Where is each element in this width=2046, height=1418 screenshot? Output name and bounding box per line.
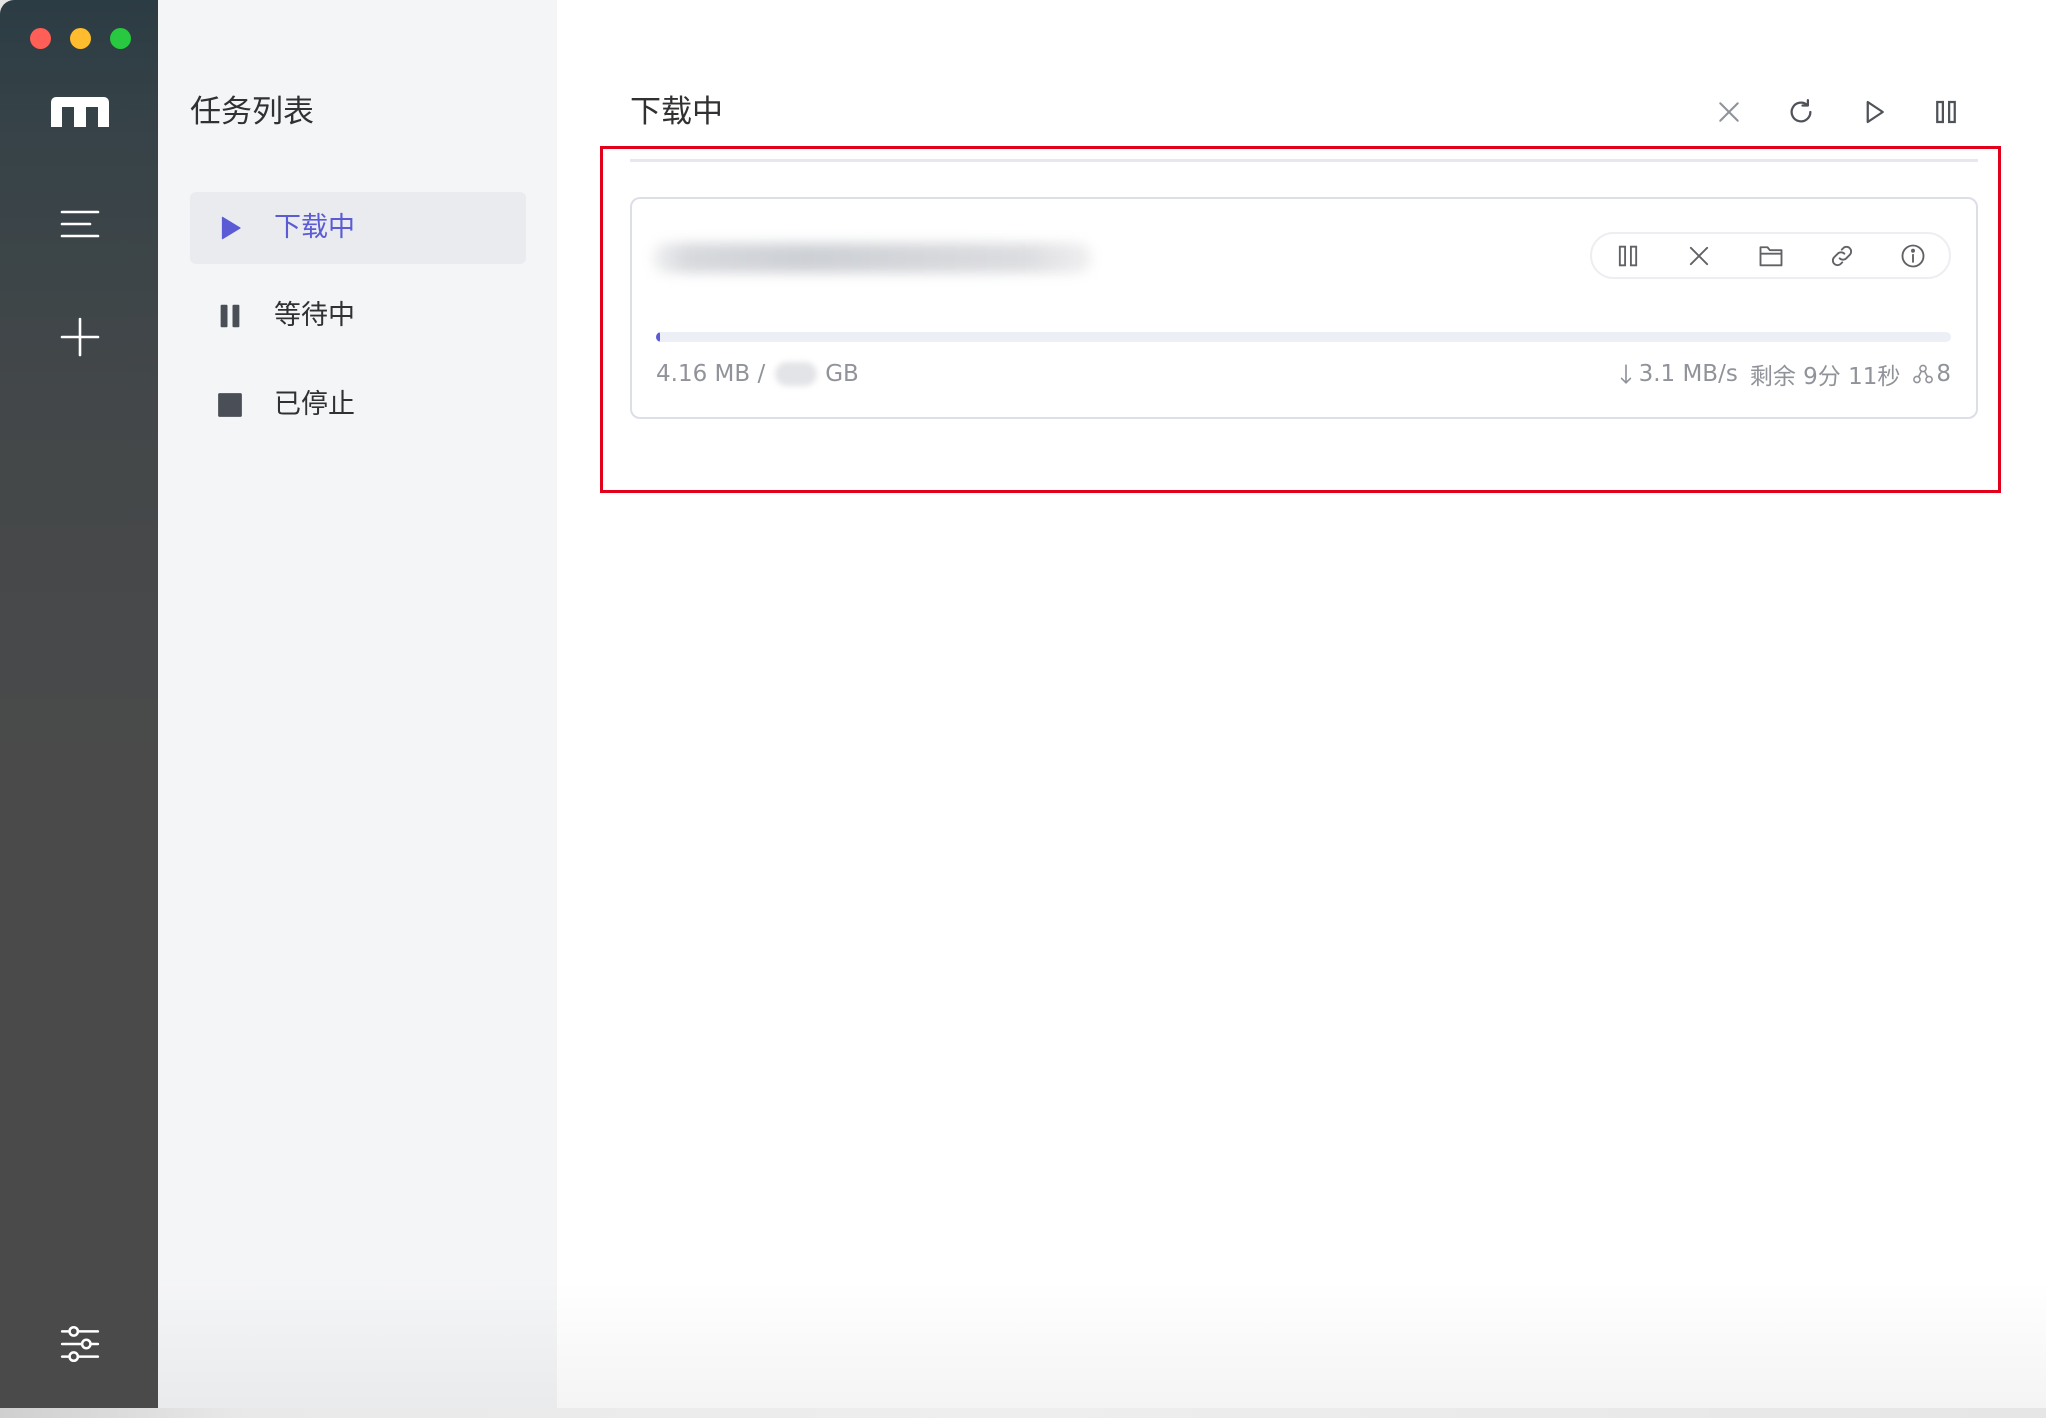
- traffic-light-close[interactable]: [30, 28, 51, 49]
- task-actions: [1590, 232, 1951, 279]
- total-size-unit: GB: [825, 361, 859, 387]
- sidebar-item-label: 等待中: [274, 300, 355, 331]
- task-progress-bar: [656, 332, 1951, 342]
- close-icon[interactable]: [1714, 97, 1744, 127]
- refresh-icon[interactable]: [1786, 97, 1816, 127]
- app-window: 任务列表 下载中 等待中 已停止 下载中 4.16 MB / GB 3.1 MB…: [0, 0, 2046, 1408]
- connection-count: 8: [1936, 361, 1951, 387]
- app-rail: [0, 0, 158, 1408]
- plus-icon[interactable]: [60, 317, 100, 357]
- sidebar-item-stopped[interactable]: 已停止: [190, 369, 526, 441]
- sidebar-item-label: 已停止: [274, 389, 355, 420]
- header-divider: [630, 159, 1978, 162]
- close-icon[interactable]: [1685, 242, 1713, 270]
- pause-icon[interactable]: [1614, 242, 1642, 270]
- page-title: 下载中: [630, 94, 723, 130]
- pause-icon[interactable]: [1931, 97, 1961, 127]
- progress-fill: [656, 332, 660, 342]
- menu-icon[interactable]: [60, 209, 100, 239]
- traffic-light-minimize[interactable]: [70, 28, 91, 49]
- task-list-sidebar: 任务列表 下载中 等待中 已停止: [158, 0, 557, 1408]
- sidebar-title: 任务列表: [190, 94, 314, 130]
- completed-size: 4.16 MB /: [656, 361, 766, 387]
- sidebar-item-label: 下载中: [274, 212, 355, 243]
- settings-sliders-icon[interactable]: [59, 1323, 101, 1365]
- remaining-time: 剩余 9分 11秒: [1749, 364, 1901, 390]
- play-icon[interactable]: [1859, 97, 1889, 127]
- traffic-light-maximize[interactable]: [110, 28, 131, 49]
- play-icon: [221, 216, 241, 240]
- app-logo-icon: [51, 97, 109, 127]
- info-icon[interactable]: [1899, 242, 1927, 270]
- download-speed: 3.1 MB/s: [1638, 361, 1738, 387]
- task-size: 4.16 MB / GB: [656, 361, 859, 387]
- pause-icon: [220, 304, 240, 328]
- sidebar-item-waiting[interactable]: 等待中: [190, 280, 526, 352]
- task-stats: 3.1 MB/s 剩余 9分 11秒 8: [1619, 357, 1951, 391]
- link-icon[interactable]: [1828, 242, 1856, 270]
- stop-icon: [218, 393, 242, 417]
- task-card[interactable]: 4.16 MB / GB 3.1 MB/s 剩余 9分 11秒 8: [630, 197, 1978, 419]
- desktop-bottom-strip: [0, 1408, 2046, 1418]
- total-size-redacted: [775, 362, 818, 386]
- connections-icon: [1913, 364, 1934, 384]
- folder-icon[interactable]: [1757, 242, 1785, 270]
- task-info-row: 4.16 MB / GB 3.1 MB/s 剩余 9分 11秒 8: [656, 357, 1951, 391]
- sidebar-item-downloading[interactable]: 下载中: [190, 192, 526, 264]
- task-name-redacted: [652, 243, 1092, 273]
- main-panel: 下载中 4.16 MB / GB 3.1 MB/s 剩余 9分 11秒 8: [557, 0, 2046, 1408]
- arrow-down-icon: [1620, 364, 1631, 384]
